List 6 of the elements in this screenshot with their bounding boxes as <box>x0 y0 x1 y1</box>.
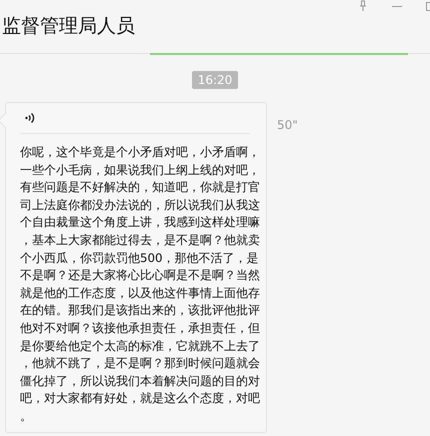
voice-transcript: 你呢，这个毕竟是个小矛盾对吧，小矛盾啊，一些个小毛病，如果说我们上纲上线的对吧，有些问题是不好解决的，知道吧，你就是打官司上法庭你都没办法说的，所以说我们从我这个自由裁量这个角度上讲，我感到这样处理嘛，基本上大家都能过得去，是不是啊？他就卖个小西瓜，你罚款罚他500，那他不活了，是不是啊？还是大家将心比心啊是不是啊？当然就是他的工作态度，以及他这件事情上面他存在的错。那我们是该指出来的，该批评他批评他对不对啊？该接他承担责任，承担责任，但是你要给他定个太高的标准，它就跳不上去了，他就不跳了，是不是啊？那到时候问题就会僵化掉了，所以说我们本着解决问题的目的对吧，对大家都有好处，就是这么个态度，对吧。 <box>20 144 260 425</box>
voice-icon[interactable] <box>25 112 35 124</box>
pin-icon[interactable] <box>358 0 368 12</box>
voice-duration: 50" <box>277 118 298 132</box>
timestamp: 16:20 <box>192 71 238 89</box>
window-title: 监督管理局人员 <box>2 14 135 39</box>
